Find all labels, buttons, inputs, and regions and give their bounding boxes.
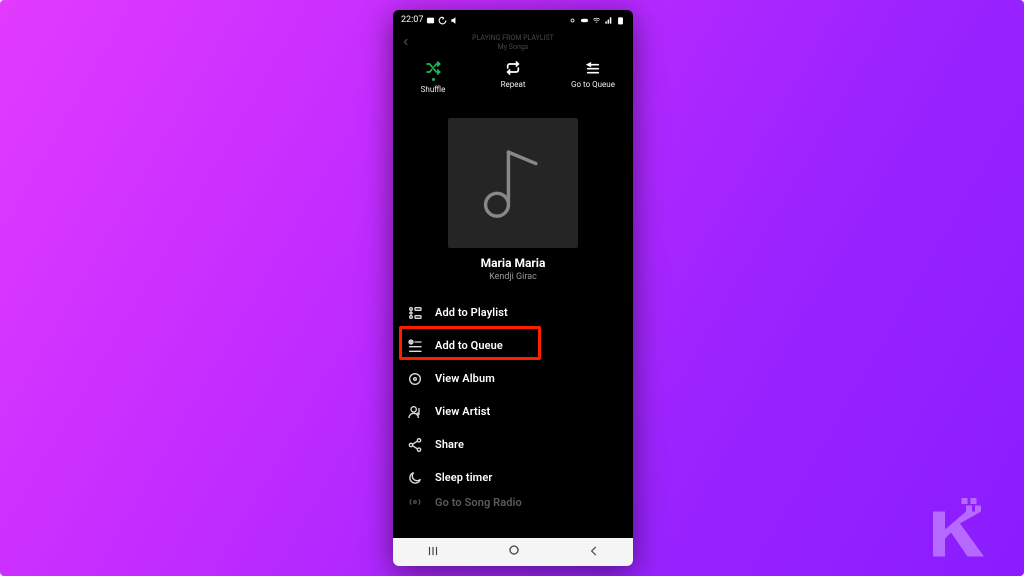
context-menu: Add to Playlist Add to Queue View Album …	[393, 296, 633, 510]
controller-icon	[580, 16, 589, 25]
msg-icon	[426, 16, 435, 25]
back-chevron-icon[interactable]	[401, 36, 411, 50]
menu-label: Add to Playlist	[435, 306, 508, 319]
queue-label: Go to Queue	[571, 80, 615, 89]
menu-item-add-to-playlist[interactable]: Add to Playlist	[397, 296, 629, 329]
wifi-icon	[592, 16, 601, 25]
recents-button[interactable]	[425, 543, 441, 562]
go-to-queue-button[interactable]: Go to Queue	[563, 60, 623, 94]
menu-item-view-album[interactable]: View Album	[397, 362, 629, 395]
shuffle-button[interactable]: Shuffle	[403, 60, 463, 94]
menu-label: View Album	[435, 372, 495, 385]
menu-label: View Artist	[435, 405, 490, 418]
back-button[interactable]	[587, 543, 601, 562]
queue-icon	[585, 60, 601, 76]
context-text: PLAYING FROM PLAYLIST My Songs	[472, 34, 554, 52]
repeat-label: Repeat	[501, 80, 526, 89]
queue-add-icon	[407, 338, 423, 354]
context-header: PLAYING FROM PLAYLIST My Songs Shuffle	[393, 30, 633, 102]
album-icon	[407, 371, 423, 387]
track-title: Maria Maria	[393, 256, 633, 270]
menu-label: Go to Song Radio	[435, 496, 522, 509]
statusbar-left: 22:07	[401, 15, 459, 25]
playlist-add-icon	[407, 305, 423, 321]
home-button[interactable]	[506, 542, 522, 562]
moon-icon	[407, 470, 423, 486]
artist-icon	[407, 404, 423, 420]
menu-item-sleep-timer[interactable]: Sleep timer	[397, 461, 629, 494]
battery-icon	[616, 16, 625, 25]
android-navbar	[393, 538, 633, 566]
track-artist: Kendji Girac	[393, 272, 633, 282]
share-icon	[407, 437, 423, 453]
menu-item-view-artist[interactable]: View Artist	[397, 395, 629, 428]
radio-icon	[407, 494, 423, 510]
page-canvas: 22:07 PLAYING FROM PLAYLIST	[0, 0, 1024, 576]
repeat-button[interactable]: Repeat	[483, 60, 543, 94]
menu-item-song-radio[interactable]: Go to Song Radio	[397, 494, 629, 510]
mute-icon	[450, 16, 459, 25]
menu-label: Share	[435, 438, 464, 451]
signal-icon	[604, 16, 613, 25]
menu-item-add-to-queue[interactable]: Add to Queue	[397, 329, 629, 362]
menu-label: Sleep timer	[435, 471, 492, 484]
music-note-icon	[478, 143, 548, 223]
menu-item-share[interactable]: Share	[397, 428, 629, 461]
menu-label: Add to Queue	[435, 339, 503, 352]
brand-watermark-icon	[918, 498, 996, 558]
shuffle-label: Shuffle	[421, 85, 446, 94]
shuffle-icon	[425, 60, 441, 76]
album-art	[448, 118, 578, 248]
link-icon	[568, 16, 577, 25]
statusbar-right	[568, 16, 625, 25]
repeat-icon	[505, 60, 521, 76]
phone-frame: 22:07 PLAYING FROM PLAYLIST	[393, 10, 633, 566]
sync-icon	[438, 16, 447, 25]
statusbar: 22:07	[393, 10, 633, 30]
top-actions-row: Shuffle Repeat Go to Queue	[393, 60, 633, 94]
statusbar-clock: 22:07	[401, 15, 423, 25]
